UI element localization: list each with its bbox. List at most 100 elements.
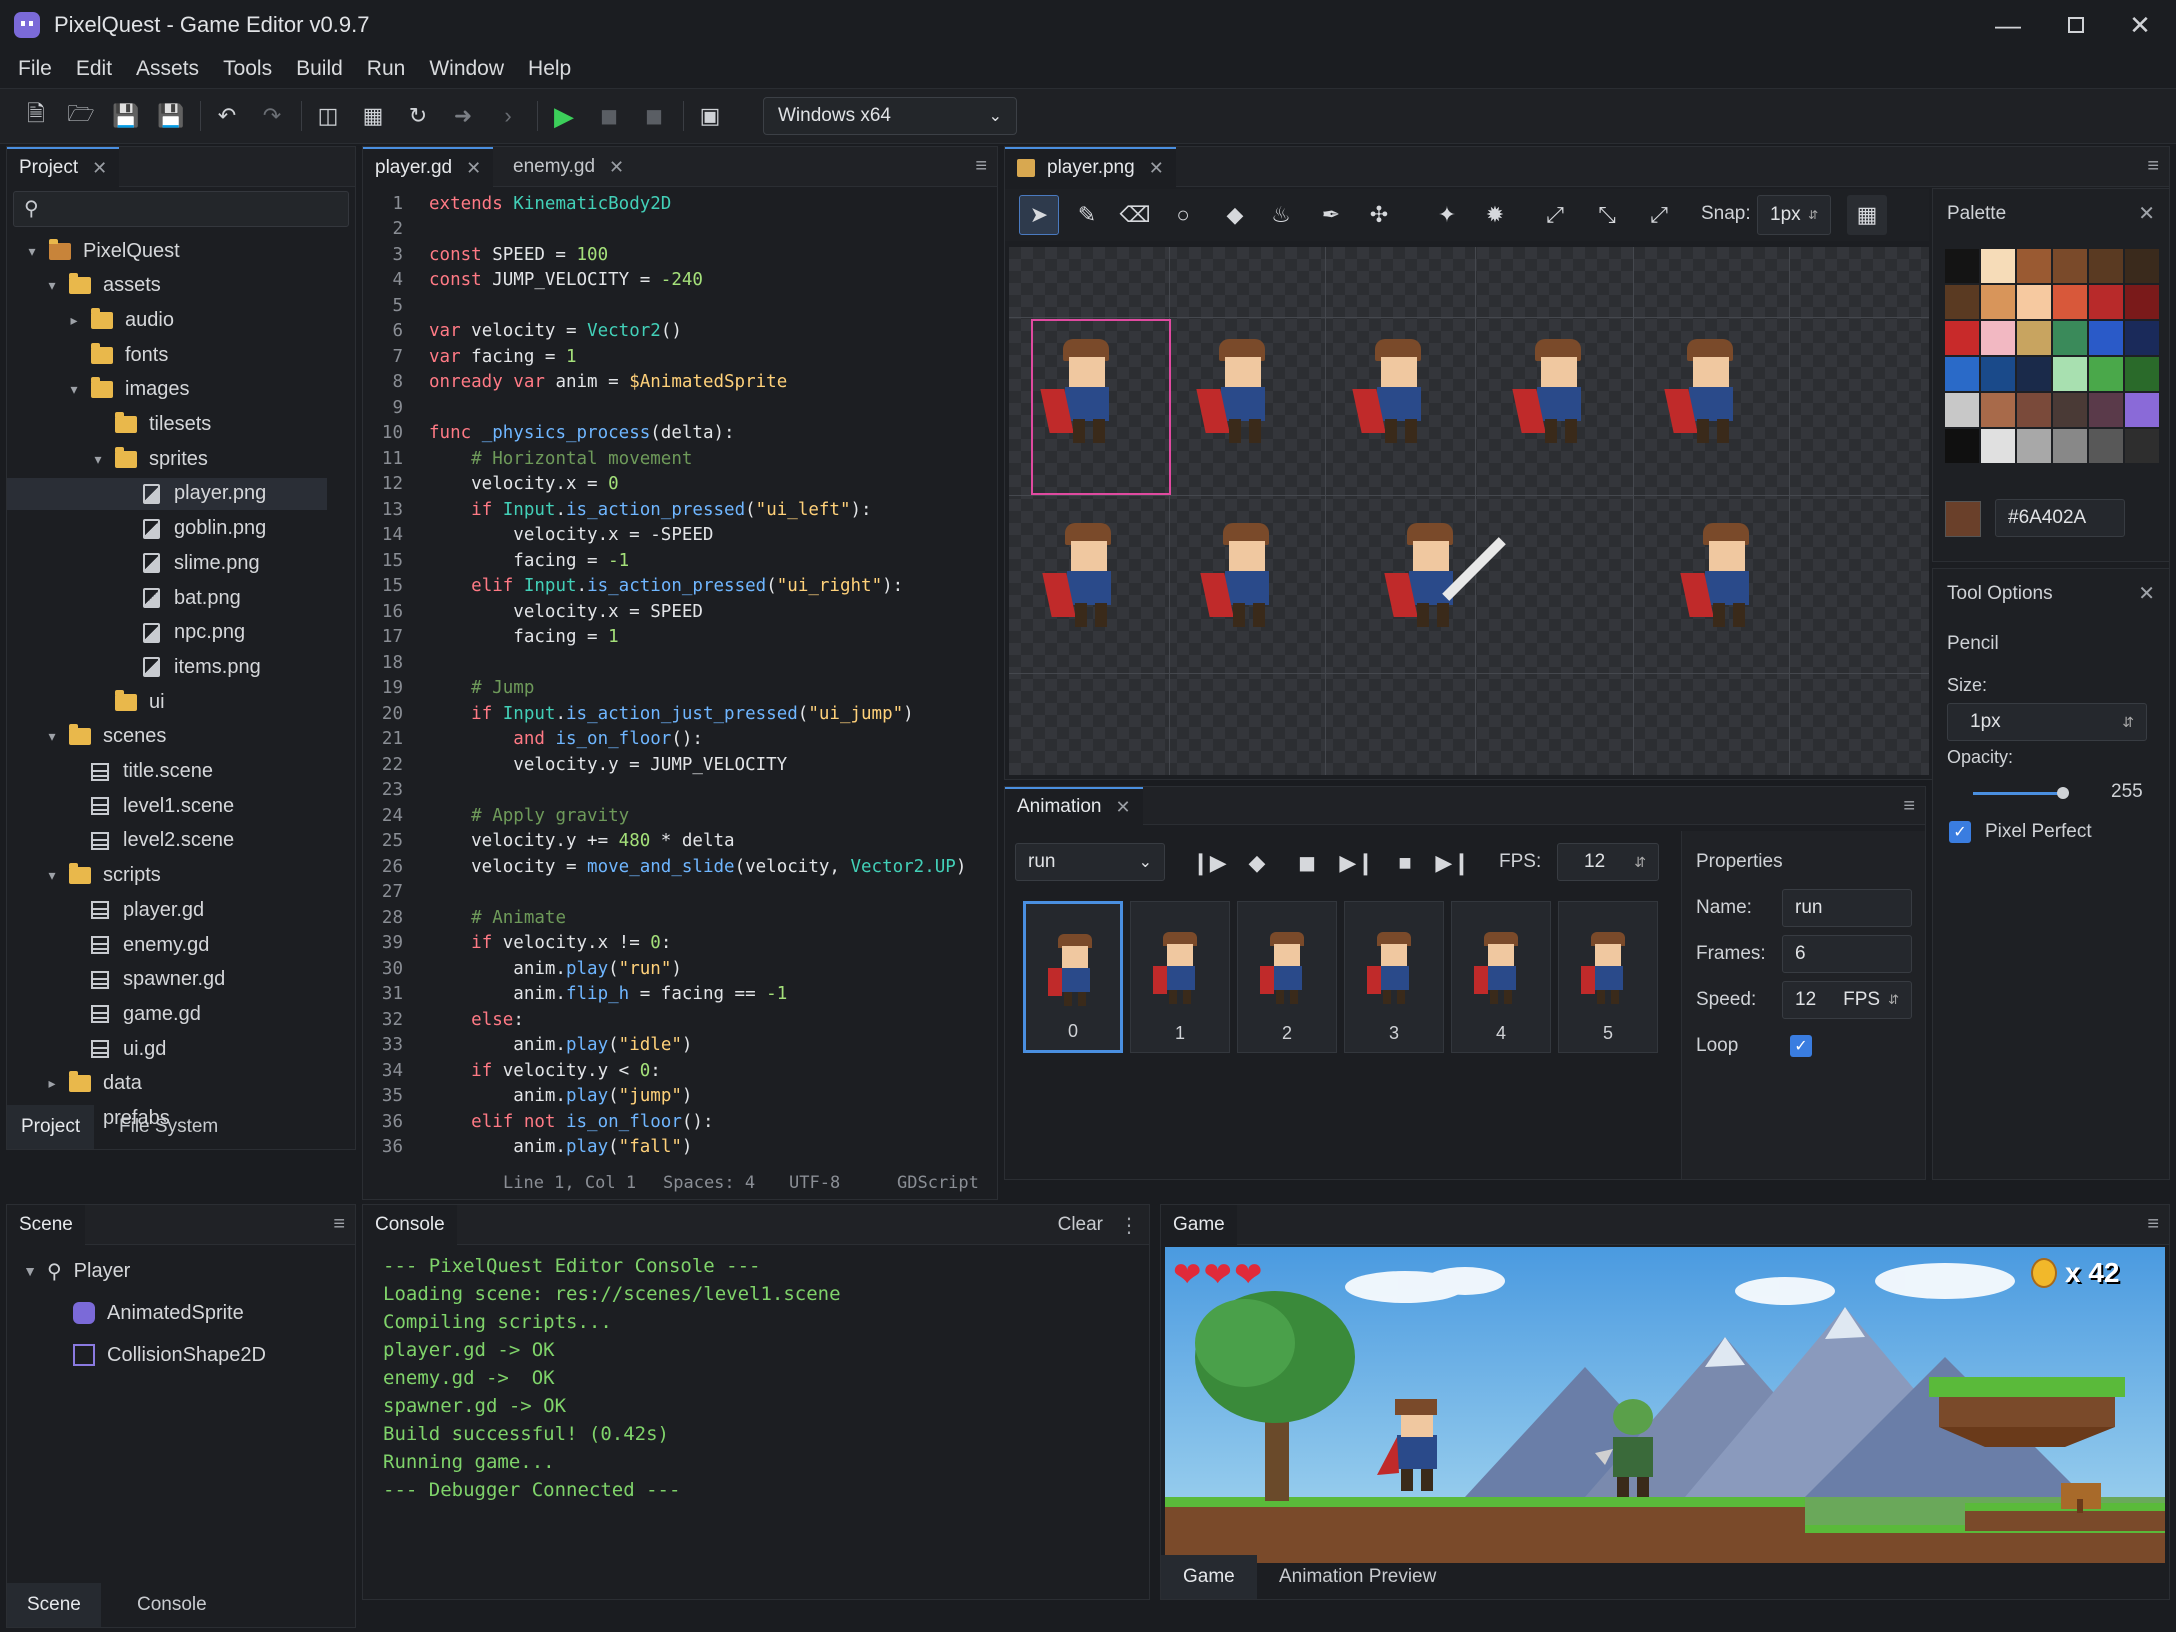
undo-icon[interactable]: ↶ [211,100,243,132]
menu-edit[interactable]: Edit [64,57,124,81]
color-swatch[interactable] [1981,285,2015,319]
color-swatch[interactable] [2017,429,2051,463]
chevron-down-icon[interactable]: ▾ [43,728,61,745]
tab-file-system[interactable]: File System [105,1105,232,1149]
save-all-icon[interactable]: 💾 [155,100,187,132]
loop-checkbox[interactable]: ✓ [1790,1035,1812,1057]
next-frame-icon[interactable]: ▶❙ [1337,843,1377,883]
close-window-button[interactable]: ✕ [2108,0,2172,50]
eraser-tool-icon[interactable]: ⌫ [1115,195,1155,235]
keyframe-icon[interactable]: ◆ [1237,843,1277,883]
color-swatch[interactable] [1945,285,1979,319]
color-swatch[interactable] [2017,357,2051,391]
close-icon[interactable]: ✕ [466,158,481,179]
animation-frame[interactable]: 5 [1558,901,1658,1053]
tree-item[interactable]: ▾ assets [7,270,347,302]
flip-icon[interactable]: ⤡ [1587,195,1627,235]
chevron-down-icon[interactable]: ▾ [23,243,41,260]
chevron-down-icon[interactable]: ▾ [89,451,107,468]
save-icon[interactable]: 💾 [110,100,142,132]
stop-icon[interactable]: ■ [1385,843,1425,883]
tab-player-gd[interactable]: player.gd ✕ [363,147,494,187]
color-swatch[interactable] [1981,357,2015,391]
panel-menu-icon[interactable]: ≡ [2147,1213,2159,1236]
sprite-frame[interactable] [1657,331,1757,451]
project-search-input[interactable]: ⚲ [13,191,349,227]
color-swatch[interactable] [1981,249,2015,283]
tab-console-bottom[interactable]: Console [123,1583,221,1627]
tree-item[interactable]: ▾ PixelQuest [7,235,347,267]
resize-icon[interactable]: ⤢ [1639,195,1679,235]
tree-item[interactable]: tilesets [7,409,347,441]
lasso-icon[interactable]: ✹ [1475,195,1515,235]
tree-item[interactable]: spawner.gd [7,964,347,996]
color-swatch[interactable] [2089,429,2123,463]
language[interactable]: GDScript [897,1173,979,1193]
pencil-tool-icon[interactable]: ✎ [1067,195,1107,235]
color-swatch[interactable] [2125,285,2159,319]
color-swatch[interactable] [2053,357,2087,391]
tab-scene[interactable]: Scene [7,1205,85,1245]
tab-game-bottom[interactable]: Game [1161,1555,1257,1599]
sprite-frame[interactable] [1189,331,1289,451]
chevron-down-icon[interactable]: ▾ [43,277,61,294]
grid-toggle-icon[interactable]: ▦ [1847,195,1887,235]
tree-item[interactable]: game.gd [7,998,347,1030]
tree-item[interactable]: ui [7,686,347,718]
color-swatch[interactable] [1945,249,1979,283]
color-swatch[interactable] [2053,393,2087,427]
play-icon[interactable]: ▶ [548,100,580,132]
tree-item[interactable]: title.scene [7,756,347,788]
circle-tool-icon[interactable]: ○ [1163,195,1203,235]
color-swatch[interactable] [1945,357,1979,391]
color-swatch[interactable] [2125,357,2159,391]
sprite-canvas[interactable] [1009,247,1929,775]
node-collision-shape[interactable]: CollisionShape2D [73,1339,266,1371]
color-swatch[interactable] [2125,249,2159,283]
animation-frame[interactable]: 3 [1344,901,1444,1053]
animation-frame[interactable]: 4 [1451,901,1551,1053]
tree-item[interactable]: level1.scene [7,790,347,822]
tree-item[interactable]: player.png [7,477,327,510]
tree-item[interactable]: ▾ scripts [7,860,347,892]
animation-frame[interactable]: 0 [1023,901,1123,1053]
select-tool-icon[interactable]: ➤ [1019,195,1059,235]
opacity-slider-handle[interactable] [2057,787,2069,799]
snap-input[interactable]: 1px ⇵ [1757,195,1831,235]
new-file-icon[interactable]: 🗎 [20,100,52,132]
redo-icon[interactable]: ↷ [256,100,288,132]
menu-file[interactable]: File [6,57,64,81]
hex-color-input[interactable]: #6A402A [1995,499,2125,537]
node-player[interactable]: ▼ ⚲ Player [21,1255,130,1287]
color-swatch[interactable] [2089,393,2123,427]
fps-input[interactable]: 12 ⇵ [1557,843,1659,881]
eyedropper-icon[interactable]: ✒ [1311,195,1351,235]
tree-item[interactable]: ▸ data [7,1068,347,1100]
close-icon[interactable]: ✕ [1149,158,1164,179]
color-swatch[interactable] [1945,321,1979,355]
sprite-frame[interactable] [1193,515,1293,635]
tree-item[interactable]: ▾ images [7,374,347,406]
maximize-button[interactable] [2044,0,2108,50]
tab-project[interactable]: Project ✕ [7,147,120,187]
color-swatch[interactable] [2017,249,2051,283]
step-icon[interactable]: ➜ [447,100,479,132]
tree-item[interactable]: player.gd [7,894,347,926]
fill-bucket-icon[interactable]: ♨ [1261,195,1301,235]
color-swatch[interactable] [2053,249,2087,283]
current-color-swatch[interactable] [1945,501,1981,537]
tab-animation-preview[interactable]: Animation Preview [1265,1555,1450,1599]
color-swatch[interactable] [2017,321,2051,355]
sprite-frame[interactable] [1673,515,1773,635]
color-swatch[interactable] [2017,285,2051,319]
color-swatch[interactable] [2125,321,2159,355]
color-swatch[interactable] [1945,393,1979,427]
animation-select[interactable]: run ⌄ [1015,843,1165,881]
tree-item[interactable]: ▸ audio [7,304,347,336]
game-viewport[interactable]: ❤❤❤ x 42 [1165,1247,2165,1563]
more-options-icon[interactable]: ⋮ [1119,1213,1139,1238]
pixel-perfect-checkbox[interactable]: ✓ [1949,821,1971,843]
color-swatch[interactable] [2089,357,2123,391]
size-input[interactable]: 1px ⇵ [1947,703,2147,741]
color-swatch[interactable] [1981,321,2015,355]
